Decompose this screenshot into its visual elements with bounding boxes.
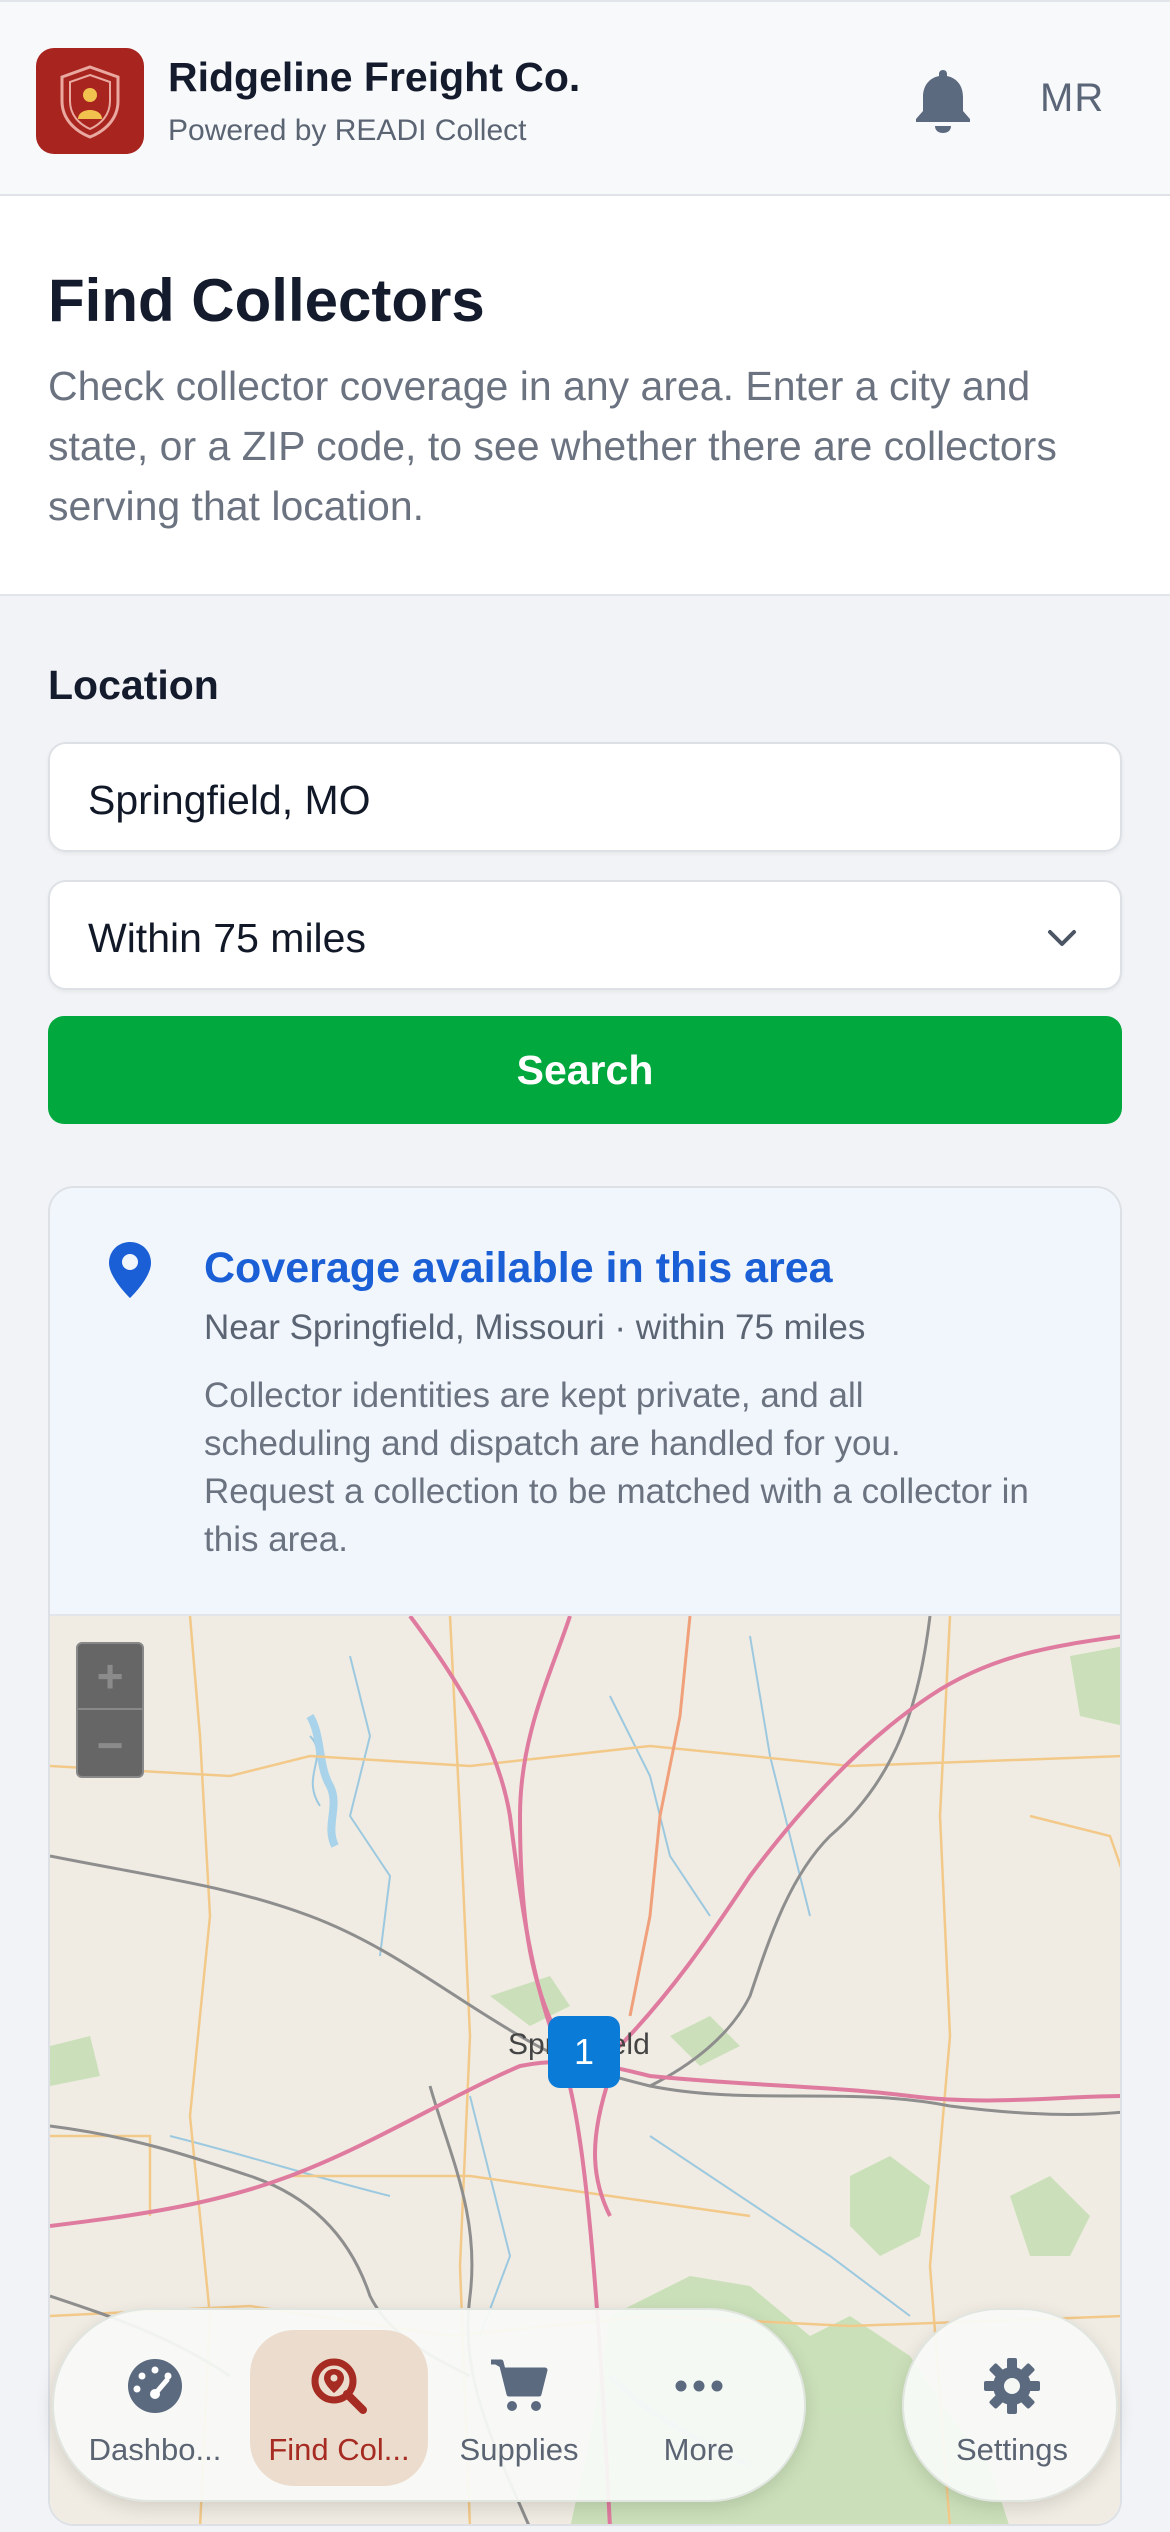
nav-item-supplies[interactable]: Supplies xyxy=(430,2330,608,2486)
search-location-icon xyxy=(311,2358,367,2414)
nav-label-dashboard: Dashbo... xyxy=(88,2432,222,2467)
user-avatar[interactable]: MR xyxy=(1040,76,1104,121)
nav-label-supplies: Supplies xyxy=(459,2432,579,2467)
chevron-down-icon xyxy=(1048,930,1076,946)
cart-icon xyxy=(491,2359,548,2411)
map-pin-icon xyxy=(109,1242,151,1298)
nav-item-find-collectors[interactable]: Find Col... xyxy=(250,2330,428,2486)
company-name: Ridgeline Freight Co. xyxy=(168,54,581,100)
zoom-in-button[interactable]: + xyxy=(78,1644,142,1710)
radius-select[interactable]: Within 75 miles xyxy=(48,880,1122,990)
radius-select-value[interactable]: Within 75 miles xyxy=(88,915,366,962)
coverage-title: Coverage available in this area xyxy=(204,1244,833,1292)
gear-icon xyxy=(984,2358,1040,2414)
zoom-controls: + − xyxy=(76,1642,144,1778)
gauge-icon xyxy=(128,2359,182,2413)
more-icon xyxy=(675,2380,723,2392)
nav-label-find-collectors: Find Col... xyxy=(268,2432,410,2467)
app-header: Ridgeline Freight Co. Powered by READI C… xyxy=(0,0,1170,196)
nav-item-dashboard[interactable]: Dashbo... xyxy=(66,2330,244,2486)
page-description: Check collector coverage in any area. En… xyxy=(48,363,1057,529)
nav-label-settings: Settings xyxy=(955,2432,1068,2467)
nav-label-more: More xyxy=(663,2432,735,2467)
bottom-nav: Dashbo... Find Col... Supplies More xyxy=(52,2308,806,2502)
search-button[interactable]: Search xyxy=(48,1016,1122,1124)
bell-icon[interactable] xyxy=(912,66,974,134)
nav-item-settings[interactable]: Settings xyxy=(902,2308,1118,2502)
zoom-out-button[interactable]: − xyxy=(78,1712,142,1778)
collector-cluster-marker[interactable]: 1 xyxy=(548,2016,620,2088)
page-title: Find Collectors xyxy=(48,267,485,334)
coverage-notice: Coverage available in this area Near Spr… xyxy=(50,1188,1120,1616)
location-label: Location xyxy=(48,662,219,708)
coverage-location: Near Springfield, Missouri · within 75 m… xyxy=(204,1308,866,1347)
nav-item-more[interactable]: More xyxy=(610,2330,788,2486)
location-input[interactable]: Springfield, MO xyxy=(48,742,1122,852)
location-input-value[interactable]: Springfield, MO xyxy=(88,777,371,824)
intro-section: Find Collectors Check collector coverage… xyxy=(0,196,1170,596)
shield-logo-icon xyxy=(60,65,120,139)
company-logo xyxy=(36,48,144,154)
coverage-description: Collector identities are kept private, a… xyxy=(204,1376,1029,1559)
powered-by-text: Powered by READI Collect xyxy=(168,114,527,147)
